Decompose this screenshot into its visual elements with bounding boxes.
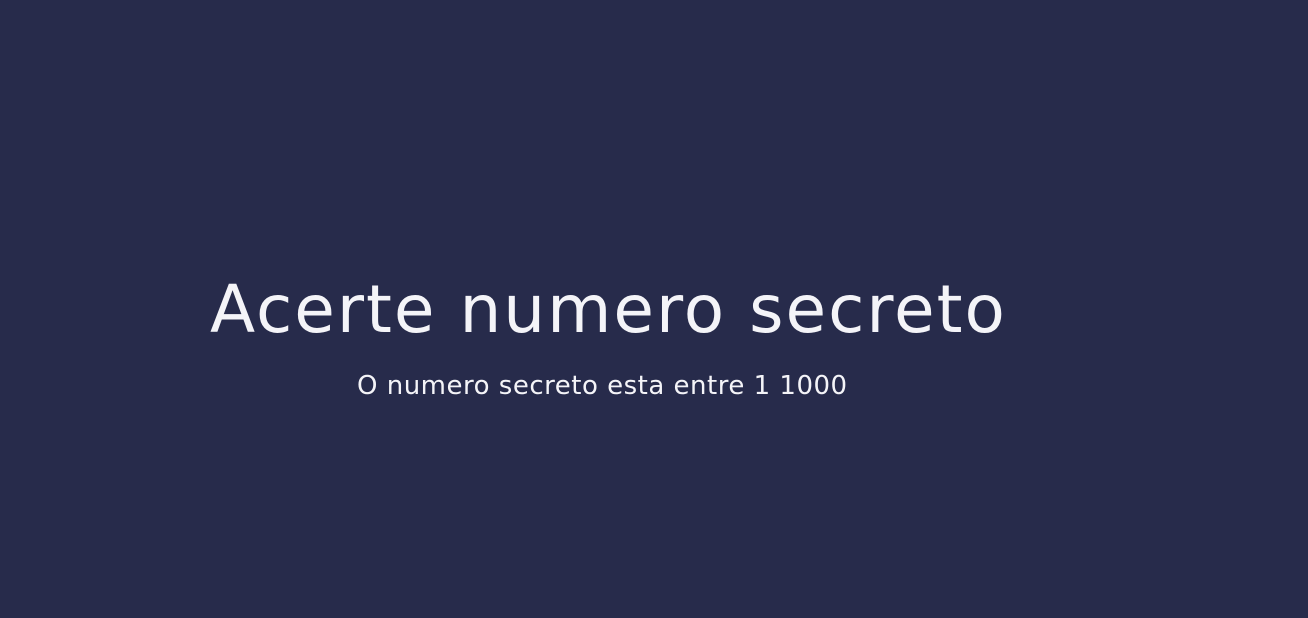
main-content: Acerte numero secreto O numero secreto e…: [0, 0, 1212, 618]
page-title: Acerte numero secreto: [210, 271, 1007, 348]
page-background: { "colors": { "background": "#272b4b", "…: [0, 0, 1308, 618]
page-subtitle: O numero secreto esta entre 1 1000: [357, 371, 848, 401]
